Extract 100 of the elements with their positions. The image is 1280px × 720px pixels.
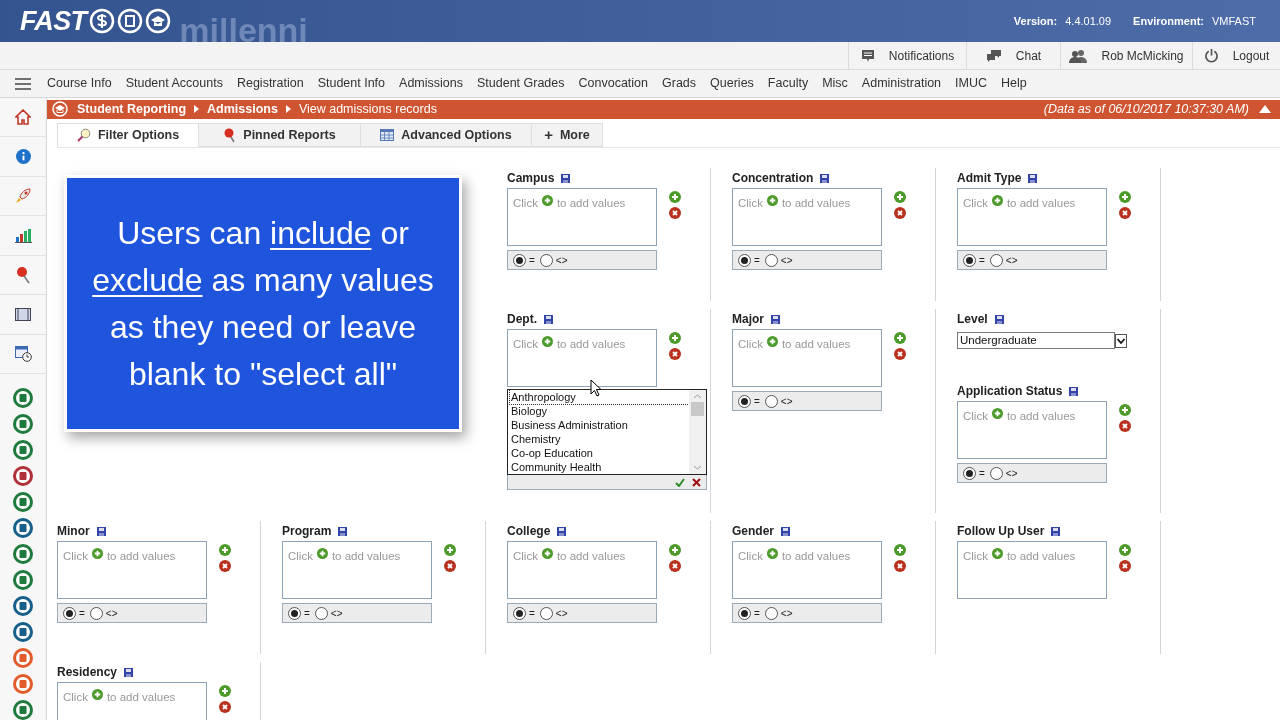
menu-item[interactable]: Help bbox=[994, 74, 1034, 93]
module-icon[interactable] bbox=[13, 569, 33, 590]
scrollbar[interactable] bbox=[689, 390, 706, 475]
calendar-clock-icon[interactable] bbox=[14, 345, 32, 363]
logout-button[interactable]: Logout bbox=[1192, 42, 1280, 69]
save-icon[interactable] bbox=[338, 526, 348, 536]
remove-icon[interactable] bbox=[669, 348, 681, 361]
add-icon[interactable] bbox=[894, 191, 906, 204]
save-icon[interactable] bbox=[994, 314, 1004, 324]
save-icon[interactable] bbox=[1051, 526, 1061, 536]
module-icon[interactable] bbox=[13, 647, 33, 668]
save-icon[interactable] bbox=[561, 173, 571, 183]
radio-button[interactable] bbox=[989, 253, 1003, 267]
remove-icon[interactable] bbox=[1119, 420, 1131, 433]
add-icon[interactable] bbox=[894, 544, 906, 557]
radio-button[interactable] bbox=[989, 466, 1003, 480]
save-icon[interactable] bbox=[1028, 173, 1038, 183]
breadcrumb-item[interactable]: Admissions bbox=[207, 100, 278, 119]
radio-button[interactable] bbox=[963, 466, 976, 480]
radio-button[interactable] bbox=[89, 606, 103, 620]
radio-button[interactable] bbox=[288, 606, 301, 620]
tab[interactable]: Pinned Reports bbox=[199, 122, 361, 148]
dropdown-field[interactable]: Undergraduate bbox=[957, 332, 1115, 350]
radio-button[interactable] bbox=[764, 606, 778, 620]
rocket-icon[interactable] bbox=[14, 187, 32, 206]
radio-button[interactable] bbox=[738, 606, 751, 620]
collapse-icon[interactable] bbox=[1259, 105, 1271, 114]
menu-item[interactable]: Grads bbox=[655, 74, 704, 93]
module-icon[interactable] bbox=[13, 387, 33, 408]
remove-icon[interactable] bbox=[219, 560, 231, 573]
bar-chart-icon[interactable] bbox=[14, 227, 32, 243]
menu-item[interactable]: Student Info bbox=[310, 74, 393, 93]
module-icon[interactable] bbox=[13, 699, 33, 720]
save-icon[interactable] bbox=[557, 526, 567, 536]
module-icon[interactable] bbox=[13, 673, 33, 694]
film-icon[interactable] bbox=[15, 307, 31, 321]
menu-item[interactable]: Admissions bbox=[392, 74, 470, 93]
module-icon[interactable] bbox=[13, 413, 33, 434]
menu-item[interactable]: Misc bbox=[815, 74, 855, 93]
save-icon[interactable] bbox=[96, 526, 106, 536]
remove-icon[interactable] bbox=[669, 207, 681, 220]
radio-button[interactable] bbox=[764, 253, 778, 267]
add-icon[interactable] bbox=[1119, 404, 1131, 417]
radio-button[interactable] bbox=[963, 253, 976, 267]
radio-button[interactable] bbox=[63, 606, 76, 620]
radio-button[interactable] bbox=[314, 606, 328, 620]
list-option[interactable]: Chemistry bbox=[510, 432, 689, 447]
radio-button[interactable] bbox=[764, 394, 778, 408]
module-icon[interactable] bbox=[13, 491, 33, 512]
menu-item[interactable]: Student Accounts bbox=[118, 74, 230, 93]
radio-button[interactable] bbox=[738, 394, 751, 408]
radio-button[interactable] bbox=[738, 253, 751, 267]
remove-icon[interactable] bbox=[1119, 560, 1131, 573]
save-icon[interactable] bbox=[1069, 386, 1079, 396]
list-option[interactable]: Biology bbox=[510, 404, 689, 419]
radio-button[interactable] bbox=[513, 253, 526, 267]
confirm-icon[interactable] bbox=[675, 477, 685, 487]
add-icon[interactable] bbox=[669, 332, 681, 345]
module-icon[interactable] bbox=[13, 439, 33, 460]
tab[interactable]: + More bbox=[532, 122, 603, 148]
notifications-button[interactable]: Notifications bbox=[848, 42, 966, 69]
save-icon[interactable] bbox=[820, 173, 830, 183]
add-icon[interactable] bbox=[669, 191, 681, 204]
tab[interactable]: Filter Options bbox=[57, 122, 199, 148]
remove-icon[interactable] bbox=[444, 560, 456, 573]
radio-button[interactable] bbox=[513, 606, 526, 620]
module-icon[interactable] bbox=[13, 621, 33, 642]
remove-icon[interactable] bbox=[894, 348, 906, 361]
menu-item[interactable]: Administration bbox=[854, 74, 949, 93]
add-icon[interactable] bbox=[669, 544, 681, 557]
radio-button[interactable] bbox=[539, 253, 553, 267]
remove-icon[interactable] bbox=[894, 207, 906, 220]
add-icon[interactable] bbox=[1119, 544, 1131, 557]
save-icon[interactable] bbox=[544, 314, 553, 324]
save-icon[interactable] bbox=[771, 314, 780, 324]
menu-icon[interactable] bbox=[15, 77, 31, 90]
chat-button[interactable]: Chat bbox=[966, 42, 1060, 69]
dropdown-list[interactable]: Anthropology Biology Business Administration Chemistry Co-op Education Community Health bbox=[507, 389, 707, 476]
add-icon[interactable] bbox=[444, 544, 456, 557]
menu-item[interactable]: Queries bbox=[703, 74, 761, 93]
user-menu-button[interactable]: Rob McMicking bbox=[1060, 42, 1192, 69]
menu-item[interactable]: Student Grades bbox=[469, 74, 572, 93]
add-icon[interactable] bbox=[894, 332, 906, 345]
list-option[interactable]: Anthropology bbox=[510, 390, 689, 405]
menu-item[interactable]: Faculty bbox=[760, 74, 816, 93]
info-icon[interactable] bbox=[15, 149, 31, 165]
module-icon[interactable] bbox=[13, 543, 33, 564]
radio-button[interactable] bbox=[539, 606, 553, 620]
list-option[interactable]: Community Health bbox=[510, 460, 689, 475]
add-icon[interactable] bbox=[1119, 191, 1131, 204]
remove-icon[interactable] bbox=[894, 560, 906, 573]
home-icon[interactable] bbox=[15, 109, 31, 126]
menu-item[interactable]: Course Info bbox=[40, 74, 119, 93]
module-icon[interactable] bbox=[13, 517, 33, 538]
remove-icon[interactable] bbox=[1119, 207, 1131, 220]
module-icon[interactable] bbox=[13, 595, 33, 616]
remove-icon[interactable] bbox=[219, 701, 231, 714]
list-option[interactable]: Business Administration bbox=[510, 418, 689, 433]
save-icon[interactable] bbox=[124, 667, 134, 677]
save-icon[interactable] bbox=[781, 526, 790, 536]
